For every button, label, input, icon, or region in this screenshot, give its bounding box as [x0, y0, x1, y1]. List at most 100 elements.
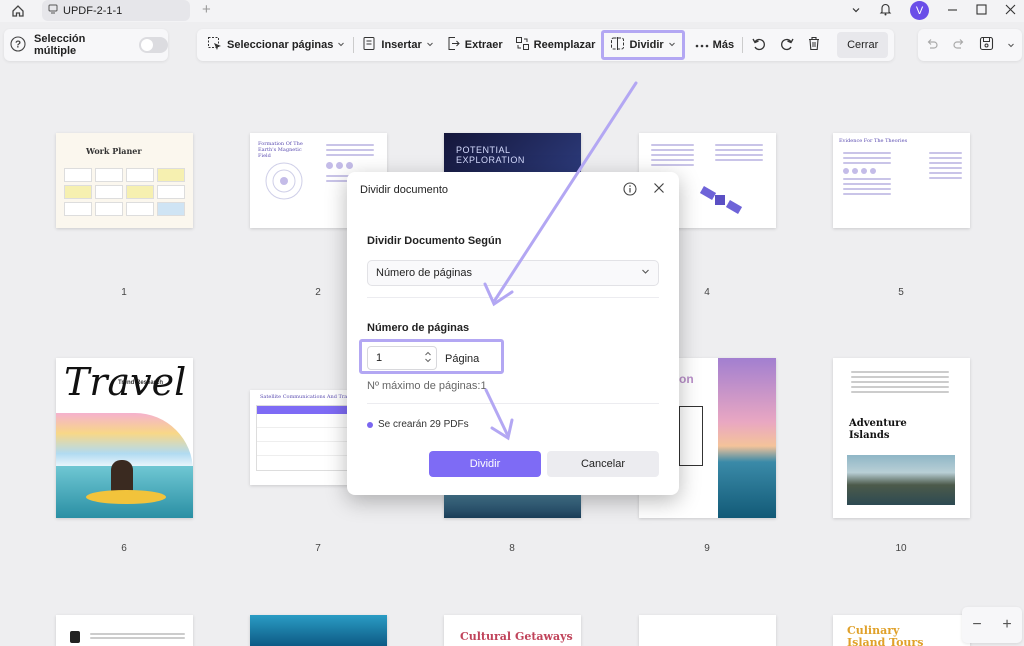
extract-label: Extraer — [464, 39, 503, 51]
multi-select-label: Selección múltiple — [34, 33, 86, 57]
page-title: Travel — [64, 360, 187, 404]
page-thumbnail-15[interactable]: Culinary Island Tours — [833, 615, 970, 646]
minimize-icon[interactable] — [947, 4, 958, 18]
maximize-icon[interactable] — [976, 3, 987, 18]
avatar[interactable]: V — [910, 1, 929, 20]
dialog-title: Dividir documento — [360, 184, 449, 196]
pages-heading: Número de páginas — [367, 322, 470, 334]
trash-icon — [807, 36, 821, 54]
pages-stepper[interactable]: 1 — [367, 346, 437, 370]
tab-title: UPDF-2-1-1 — [63, 4, 123, 17]
page-number: 6 — [121, 543, 127, 554]
close-window-icon[interactable] — [1005, 4, 1016, 18]
page-title: Cultural Getaways — [460, 630, 573, 643]
redo-icon[interactable] — [952, 37, 966, 54]
chevron-down-icon[interactable] — [851, 4, 861, 18]
page-thumbnail-10[interactable]: Adventure Islands — [833, 358, 970, 518]
result-summary: Se crearán 29 PDFs — [367, 419, 469, 430]
title-bar: UPDF-2-1-1 + V — [0, 0, 1024, 22]
chevron-down-icon[interactable] — [1007, 38, 1015, 52]
page-thumbnail-8[interactable] — [444, 495, 581, 518]
document-tab[interactable]: UPDF-2-1-1 — [42, 0, 190, 21]
rotate-left-button[interactable] — [745, 32, 773, 58]
split-button[interactable]: Dividir — [601, 30, 685, 60]
insert-label: Insertar — [381, 39, 422, 51]
page-number: 4 — [704, 287, 710, 298]
page-number: 9 — [704, 543, 710, 554]
page-number: 5 — [898, 287, 904, 298]
zoom-in-button[interactable]: + — [1002, 616, 1011, 634]
zoom-out-button[interactable]: − — [972, 616, 981, 634]
extract-icon — [446, 36, 461, 54]
help-icon[interactable]: ? — [10, 35, 26, 55]
page-thumbnail-1[interactable]: Work Planer — [56, 133, 193, 228]
page-number: 2 — [315, 287, 321, 298]
multi-select-bar: ? Selección múltiple — [4, 29, 168, 61]
zoom-control: − + — [962, 607, 1022, 643]
pages-unit: Página — [445, 353, 480, 365]
replace-icon — [515, 36, 530, 54]
divider — [353, 37, 355, 53]
delete-button[interactable] — [801, 32, 827, 58]
insert-page-icon — [362, 36, 377, 54]
new-tab-button[interactable]: + — [202, 1, 211, 18]
split-icon — [610, 36, 625, 54]
split-confirm-button[interactable]: Dividir — [429, 451, 541, 477]
divider — [367, 403, 659, 404]
page-title: Formation Of The Earth's Magnetic Field — [258, 141, 303, 159]
page-number: 8 — [509, 543, 515, 554]
more-dots-icon — [695, 39, 709, 51]
undo-icon[interactable] — [925, 37, 939, 54]
split-by-value: Número de páginas — [376, 267, 473, 279]
save-icon[interactable] — [979, 36, 994, 54]
page-number: 1 — [121, 287, 127, 298]
bell-icon[interactable] — [879, 2, 892, 19]
page-title: Culinary Island Tours — [847, 624, 924, 646]
page-thumbnail-13[interactable]: Cultural Getaways — [444, 615, 581, 646]
multi-select-toggle[interactable] — [138, 37, 168, 53]
rotate-right-button[interactable] — [773, 32, 801, 58]
page-thumbnail-6[interactable]: Trend Research Travel — [56, 358, 193, 518]
svg-text:?: ? — [15, 39, 21, 50]
pages-value: 1 — [376, 352, 383, 364]
replace-button[interactable]: Reemplazar — [509, 32, 602, 58]
extract-button[interactable]: Extraer — [440, 32, 509, 58]
document-icon — [48, 4, 58, 17]
cursor-select-icon — [207, 36, 223, 55]
page-toolbar: Seleccionar páginas Insertar Extraer Ree… — [197, 29, 894, 61]
page-number: 7 — [315, 543, 321, 554]
close-icon[interactable] — [653, 182, 665, 197]
page-title: Adventure Islands — [849, 418, 907, 441]
split-by-heading: Dividir Documento Según — [367, 235, 502, 247]
chevron-down-icon — [641, 267, 650, 279]
history-bar — [918, 29, 1022, 61]
divider — [367, 297, 659, 298]
page-thumbnail-14[interactable] — [639, 615, 776, 646]
stepper-arrows-icon[interactable] — [424, 350, 432, 367]
chevron-down-icon — [426, 39, 434, 51]
divider — [742, 37, 744, 53]
page-title: Work Planer — [86, 146, 142, 156]
split-label: Dividir — [629, 39, 664, 51]
page-thumbnail-3[interactable]: POTENTIAL EXPLORATION — [444, 133, 581, 173]
result-text: Se crearán 29 PDFs — [378, 419, 469, 430]
close-button[interactable]: Cerrar — [837, 32, 889, 58]
max-pages-note: Nº máximo de páginas:1 — [367, 380, 487, 392]
info-icon[interactable] — [623, 182, 637, 199]
rotate-right-icon — [779, 36, 795, 55]
split-by-dropdown[interactable]: Número de páginas — [367, 260, 659, 286]
split-document-dialog: Dividir documento Dividir Documento Segú… — [347, 172, 679, 495]
page-thumbnail-12[interactable] — [250, 615, 387, 646]
more-button[interactable]: Más — [689, 32, 740, 58]
select-pages-button[interactable]: Seleccionar páginas — [201, 32, 351, 58]
insert-button[interactable]: Insertar — [356, 32, 439, 58]
page-thumbnail-5[interactable]: Evidence For The Theories — [833, 133, 970, 228]
replace-label: Reemplazar — [533, 39, 596, 51]
bullet-dot-icon — [367, 421, 373, 428]
page-thumbnail-11[interactable] — [56, 615, 193, 646]
rotate-left-icon — [751, 36, 767, 55]
page-title: on — [679, 372, 694, 386]
cancel-button[interactable]: Cancelar — [547, 451, 659, 477]
chevron-down-icon — [668, 39, 676, 51]
home-icon[interactable] — [8, 2, 28, 20]
